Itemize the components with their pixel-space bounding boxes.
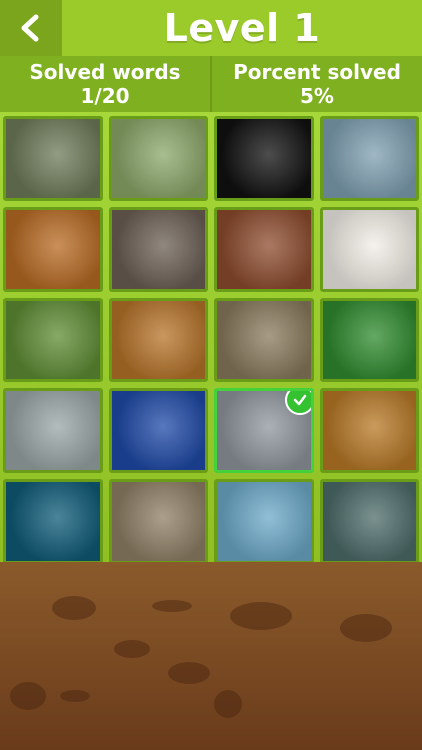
back-arrow-icon xyxy=(21,14,39,42)
percent-solved-label: Porcent solved xyxy=(233,60,401,84)
puzzle-tile-sheep[interactable] xyxy=(108,116,208,201)
bee-photo xyxy=(111,391,205,471)
puzzle-tile-shark[interactable] xyxy=(3,479,103,564)
snail-photo xyxy=(111,482,205,561)
duck-photo xyxy=(111,300,205,380)
puzzle-grid xyxy=(3,116,419,564)
puzzle-tile-lion[interactable] xyxy=(319,388,419,474)
level-title: Level 1 xyxy=(163,6,321,50)
puzzle-tile-duck[interactable] xyxy=(108,297,208,383)
puzzle-tile-crocodile[interactable] xyxy=(3,388,103,474)
puzzle-tile-rabbit[interactable] xyxy=(214,116,314,201)
owl-photo xyxy=(111,209,205,289)
puzzle-tile-kangaroo[interactable] xyxy=(214,479,314,564)
puzzle-tile-owl[interactable] xyxy=(108,206,208,292)
puzzle-tile-butterfly[interactable] xyxy=(3,116,103,201)
crocodile-photo xyxy=(6,391,100,471)
percent-solved-value: 5% xyxy=(300,84,334,108)
puzzle-tile-elephant[interactable] xyxy=(319,116,419,201)
monkey-photo xyxy=(322,300,416,380)
shark-photo xyxy=(6,482,100,561)
stats-bar: Solved words 1/20 Porcent solved 5% xyxy=(0,56,422,112)
starfish-photo xyxy=(322,209,416,289)
ground-decoration xyxy=(0,562,422,750)
elephant-photo xyxy=(322,119,416,198)
percent-solved-stat: Porcent solved 5% xyxy=(210,56,422,112)
zebra-photo xyxy=(322,482,416,561)
tiger-photo xyxy=(6,209,100,289)
sheep-photo xyxy=(111,119,205,198)
puzzle-tile-snail[interactable] xyxy=(108,479,208,564)
puzzle-tile-cat[interactable] xyxy=(214,388,314,474)
horse-photo xyxy=(217,209,311,289)
lion-photo xyxy=(322,391,416,471)
puzzle-tile-starfish[interactable] xyxy=(319,206,419,292)
puzzle-tile-horse[interactable] xyxy=(214,206,314,292)
puzzle-tile-monkey[interactable] xyxy=(319,297,419,383)
top-bar: Level 1 xyxy=(0,0,422,56)
puzzle-tile-bee[interactable] xyxy=(108,388,208,474)
puzzle-tile-squirrel[interactable] xyxy=(3,297,103,383)
squirrel-photo xyxy=(6,300,100,380)
puzzle-tile-zebra[interactable] xyxy=(319,479,419,564)
butterfly-photo xyxy=(6,119,100,198)
solved-words-value: 1/20 xyxy=(80,84,130,108)
puzzle-tile-turtle[interactable] xyxy=(214,297,314,383)
solved-words-label: Solved words xyxy=(29,60,181,84)
turtle-photo xyxy=(217,300,311,380)
kangaroo-photo xyxy=(217,482,311,561)
puzzle-tile-tiger[interactable] xyxy=(3,206,103,292)
rabbit-photo xyxy=(217,119,311,198)
solved-words-stat: Solved words 1/20 xyxy=(0,56,210,112)
back-button[interactable] xyxy=(0,0,62,56)
